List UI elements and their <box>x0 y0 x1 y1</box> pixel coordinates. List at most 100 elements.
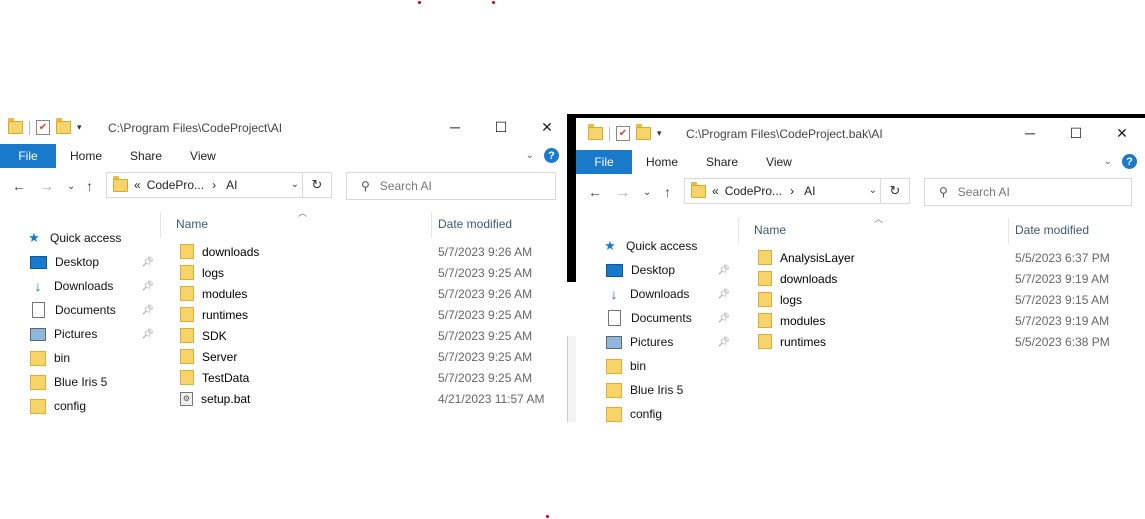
file-row[interactable]: AnalysisLayer 5/5/2023 6:37 PM <box>758 247 1145 268</box>
new-folder-icon[interactable] <box>636 124 651 140</box>
tab-share[interactable]: Share <box>706 155 738 169</box>
refresh-icon[interactable]: ↻ <box>880 179 909 203</box>
search-box[interactable]: ⚲ Search AI <box>924 178 1132 206</box>
sidebar-item-label: bin <box>54 351 71 365</box>
properties-icon[interactable]: ✔ <box>616 126 630 141</box>
search-box[interactable]: ⚲ Search AI <box>346 172 556 200</box>
forward-arrow-icon[interactable]: → <box>616 184 630 200</box>
help-icon[interactable]: ? <box>1122 154 1137 169</box>
sidebar-item-config[interactable]: config <box>606 402 734 422</box>
address-dropdown-icon[interactable]: ⌄ <box>869 185 877 196</box>
file-row[interactable]: runtimes 5/7/2023 9:25 AM <box>180 304 567 325</box>
sidebar-item-bin[interactable]: bin <box>606 354 734 378</box>
address-dropdown-icon[interactable]: ⌄ <box>291 179 299 190</box>
file-row[interactable]: ⚙ setup.bat 4/21/2023 11:57 AM <box>180 388 567 409</box>
back-arrow-icon[interactable]: ← <box>12 178 26 194</box>
ribbon-right: ⌄ ? <box>526 148 559 163</box>
column-header-date[interactable]: Date modified <box>1015 218 1089 242</box>
breadcrumb-separator[interactable]: › <box>790 184 794 198</box>
breadcrumb-prefix[interactable]: « <box>712 184 719 198</box>
sidebar-item-quick-access[interactable]: ★ Quick access <box>602 234 730 258</box>
sidebar-item-label: Downloads <box>630 287 690 301</box>
recent-locations-icon[interactable]: ⌄ <box>67 181 75 192</box>
breadcrumb-prefix[interactable]: « <box>134 178 141 192</box>
close-icon[interactable]: ✕ <box>524 116 567 138</box>
help-icon[interactable]: ? <box>544 148 559 163</box>
breadcrumb-parent[interactable]: CodePro... <box>725 184 782 198</box>
file-row[interactable]: downloads 5/7/2023 9:26 AM <box>180 241 567 262</box>
minimize-icon[interactable]: ─ <box>432 116 478 138</box>
sidebar-item-bin[interactable]: bin <box>30 346 158 370</box>
pin-icon: 📌︎ <box>717 264 730 276</box>
pin-icon: 📌︎ <box>717 312 730 324</box>
minimize-icon[interactable]: ─ <box>1007 122 1053 144</box>
sidebar-item-quick-access[interactable]: ★ Quick access <box>26 226 154 250</box>
sidebar-item-config[interactable]: config <box>30 394 158 418</box>
tab-view[interactable]: View <box>766 155 792 169</box>
breadcrumb-current[interactable]: AI <box>226 178 237 192</box>
file-row[interactable]: modules 5/7/2023 9:19 AM <box>758 310 1145 331</box>
expand-ribbon-icon[interactable]: ⌄ <box>526 150 534 161</box>
address-bar[interactable]: « CodePro... › AI ⌄ ↻ <box>106 172 332 198</box>
tab-view[interactable]: View <box>190 149 216 163</box>
star-icon: ★ <box>28 230 40 245</box>
file-row[interactable]: logs 5/7/2023 9:15 AM <box>758 289 1145 310</box>
sidebar-item-documents[interactable]: Documents 📌︎ <box>606 306 734 330</box>
address-bar[interactable]: « CodePro... › AI ⌄ ↻ <box>684 178 910 204</box>
file-row[interactable]: modules 5/7/2023 9:26 AM <box>180 283 567 304</box>
sidebar-item-label: Desktop <box>55 255 100 269</box>
documents-icon <box>608 310 621 326</box>
pin-icon: 📌︎ <box>717 336 730 348</box>
customize-toolbar-icon[interactable]: ▾ <box>657 128 662 139</box>
file-row[interactable]: Server 5/7/2023 9:25 AM <box>180 346 567 367</box>
sidebar-item-documents[interactable]: Documents 📌︎ <box>30 298 158 322</box>
explorer-window-old: ✔ ▾ C:\Program Files\CodeProject.bak\AI … <box>576 118 1145 422</box>
file-date-modified: 5/7/2023 9:25 AM <box>438 328 533 343</box>
expand-ribbon-icon[interactable]: ⌄ <box>1104 156 1112 167</box>
properties-icon[interactable]: ✔ <box>36 120 50 135</box>
title-bar: ✔ ▾ C:\Program Files\CodeProject\AI ─ ☐ … <box>0 112 567 144</box>
red-dot <box>546 515 549 518</box>
up-arrow-icon[interactable]: ↑ <box>86 178 93 194</box>
breadcrumb-parent[interactable]: CodePro... <box>147 178 204 192</box>
column-header-name[interactable]: Name <box>754 218 786 242</box>
column-header-name[interactable]: Name <box>176 212 208 236</box>
customize-toolbar-icon[interactable]: ▾ <box>77 122 82 133</box>
sidebar-item-pictures[interactable]: Pictures 📌︎ <box>30 322 158 346</box>
sidebar-item-pictures[interactable]: Pictures 📌︎ <box>606 330 734 354</box>
refresh-icon[interactable]: ↻ <box>302 173 331 197</box>
sidebar-item-blue-iris[interactable]: Blue Iris 5 <box>30 370 158 394</box>
forward-arrow-icon[interactable]: → <box>40 178 54 194</box>
star-icon: ★ <box>604 238 616 253</box>
sidebar-item-downloads[interactable]: ↓ Downloads 📌︎ <box>30 274 158 298</box>
file-row[interactable]: SDK 5/7/2023 9:25 AM <box>180 325 567 346</box>
sidebar-item-downloads[interactable]: ↓ Downloads 📌︎ <box>606 282 734 306</box>
up-arrow-icon[interactable]: ↑ <box>664 184 671 200</box>
close-icon[interactable]: ✕ <box>1099 122 1145 144</box>
separator <box>609 126 610 141</box>
file-row[interactable]: downloads 5/7/2023 9:19 AM <box>758 268 1145 289</box>
tab-file[interactable]: File <box>576 150 632 174</box>
tab-share[interactable]: Share <box>130 149 162 163</box>
search-placeholder: Search AI <box>957 185 1010 199</box>
sidebar-item-blue-iris[interactable]: Blue Iris 5 <box>606 378 734 402</box>
file-row[interactable]: TestData 5/7/2023 9:25 AM <box>180 367 567 388</box>
column-header-date[interactable]: Date modified <box>438 212 512 236</box>
maximize-icon[interactable]: ☐ <box>478 116 524 138</box>
sidebar-item-desktop[interactable]: Desktop 📌︎ <box>30 250 158 274</box>
file-row[interactable]: logs 5/7/2023 9:25 AM <box>180 262 567 283</box>
maximize-icon[interactable]: ☐ <box>1053 122 1099 144</box>
new-folder-icon[interactable] <box>56 118 71 134</box>
file-row[interactable]: runtimes 5/5/2023 6:38 PM <box>758 331 1145 352</box>
tab-home[interactable]: Home <box>70 149 102 163</box>
sidebar-item-desktop[interactable]: Desktop 📌︎ <box>606 258 734 282</box>
tab-file[interactable]: File <box>0 144 56 168</box>
file-date-modified: 5/7/2023 9:15 AM <box>1015 292 1110 307</box>
navigation-bar: ← → ⌄ ↑ « CodePro... › AI ⌄ ↻ ⚲ Search A… <box>0 172 567 202</box>
separator <box>29 120 30 135</box>
back-arrow-icon[interactable]: ← <box>588 184 602 200</box>
tab-home[interactable]: Home <box>646 155 678 169</box>
breadcrumb-separator[interactable]: › <box>212 178 216 192</box>
breadcrumb-current[interactable]: AI <box>804 184 815 198</box>
recent-locations-icon[interactable]: ⌄ <box>643 187 651 198</box>
